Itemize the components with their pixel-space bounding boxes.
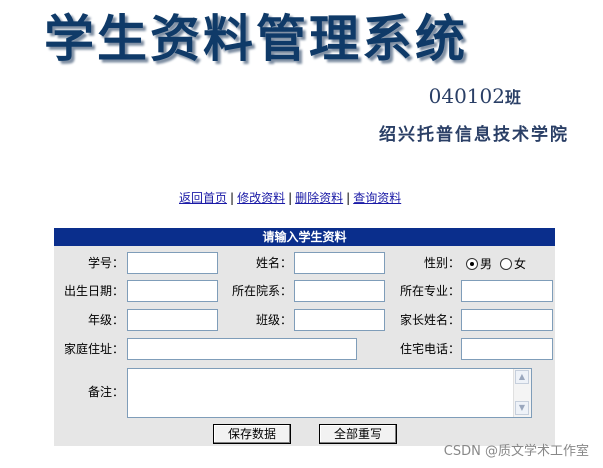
department-input[interactable] bbox=[294, 280, 385, 302]
nav-separator: | bbox=[346, 191, 351, 205]
major-label: 所在专业： bbox=[399, 284, 460, 298]
school-name: 绍兴托普信息技术学院 bbox=[379, 125, 569, 145]
student-form: 请输入学生资料 学号： 姓名： 性别： 男 女 出生日期： 所在院系： 所在专业… bbox=[54, 228, 555, 446]
remarks-value bbox=[128, 369, 531, 373]
birth-date-input[interactable] bbox=[127, 280, 218, 302]
student-id-label: 学号： bbox=[87, 256, 124, 270]
name-label: 姓名： bbox=[255, 256, 292, 270]
save-button[interactable]: 保存数据 bbox=[213, 424, 291, 444]
home-phone-label: 住宅电话： bbox=[399, 342, 460, 356]
grade-input[interactable] bbox=[127, 309, 218, 331]
gender-female-radio[interactable] bbox=[500, 258, 513, 270]
nav-separator: | bbox=[230, 191, 235, 205]
class-name: 040102班 bbox=[429, 84, 521, 108]
remarks-textarea[interactable]: ▲ ▼ bbox=[127, 368, 532, 418]
birth-date-label: 出生日期： bbox=[63, 284, 124, 298]
nav-delete-link[interactable]: 删除资料 bbox=[295, 191, 343, 205]
class-input[interactable] bbox=[294, 309, 385, 331]
class-label: 班级： bbox=[255, 313, 292, 327]
banner-title: 学生资料管理系统 bbox=[44, 9, 468, 68]
gender-label: 性别： bbox=[423, 256, 460, 270]
student-id-input[interactable] bbox=[127, 252, 218, 274]
nav-query-link[interactable]: 查询资料 bbox=[353, 191, 401, 205]
form-heading: 请输入学生资料 bbox=[54, 228, 555, 246]
nav-links: 返回首页 | 修改资料 | 删除资料 | 查询资料 bbox=[179, 189, 401, 206]
major-input[interactable] bbox=[461, 280, 553, 302]
nav-separator: | bbox=[288, 191, 293, 205]
gender-female-label: 女 bbox=[514, 257, 527, 271]
grade-label: 年级： bbox=[87, 313, 124, 327]
watermark: CSDN @质文学术工作室 bbox=[443, 444, 589, 459]
gender-male-radio[interactable] bbox=[466, 258, 478, 270]
scroll-down-icon[interactable]: ▼ bbox=[515, 401, 529, 415]
nav-home-link[interactable]: 返回首页 bbox=[179, 191, 227, 205]
remarks-label: 备注： bbox=[87, 385, 124, 399]
parent-name-label: 家长姓名： bbox=[399, 313, 460, 327]
home-phone-input[interactable] bbox=[461, 338, 553, 360]
address-label: 家庭住址： bbox=[63, 342, 124, 356]
parent-name-input[interactable] bbox=[461, 309, 553, 331]
nav-edit-link[interactable]: 修改资料 bbox=[237, 191, 285, 205]
address-input[interactable] bbox=[127, 338, 357, 360]
class-suffix: 班 bbox=[504, 88, 521, 107]
reset-button[interactable]: 全部重写 bbox=[319, 424, 397, 444]
scroll-up-icon[interactable]: ▲ bbox=[515, 370, 529, 384]
department-label: 所在院系： bbox=[231, 284, 292, 298]
gender-male-label: 男 bbox=[480, 257, 493, 271]
gender-group: 男 女 bbox=[466, 256, 526, 272]
name-input[interactable] bbox=[294, 252, 385, 274]
remarks-scrollbar[interactable]: ▲ ▼ bbox=[513, 369, 531, 417]
class-number: 040102 bbox=[428, 84, 505, 108]
